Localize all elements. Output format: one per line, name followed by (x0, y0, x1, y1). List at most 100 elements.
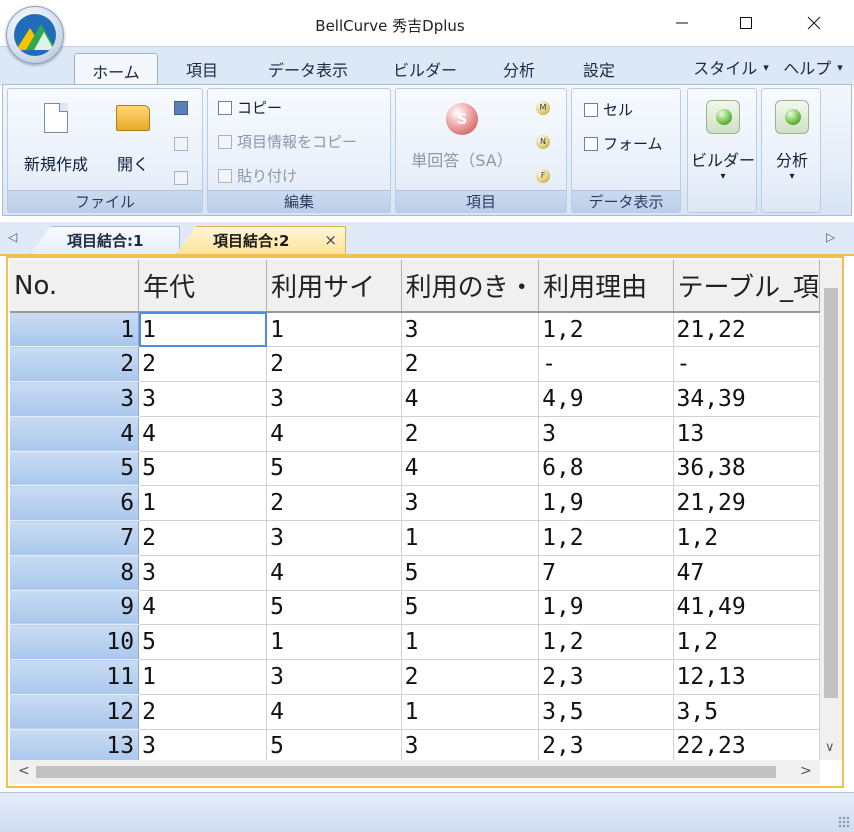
table-cell[interactable]: 4 (266, 555, 402, 591)
row-number[interactable]: 13 (10, 729, 140, 760)
table-cell[interactable]: - (538, 346, 674, 382)
table-cell[interactable]: 2 (401, 659, 540, 695)
minimize-button[interactable] (654, 0, 710, 46)
table-cell[interactable]: 3 (266, 659, 402, 695)
row-number[interactable]: 10 (10, 624, 140, 660)
table-cell[interactable]: 5 (138, 624, 268, 660)
table-cell[interactable]: 1,2 (538, 624, 674, 660)
table-cell[interactable]: 5 (266, 590, 402, 626)
table-cell[interactable]: 2 (138, 694, 268, 730)
table-cell[interactable]: 1 (401, 520, 540, 556)
save-as-icon[interactable] (174, 137, 188, 151)
row-number[interactable]: 1 (10, 312, 140, 348)
table-cell[interactable]: 5 (401, 555, 540, 591)
form-view-button[interactable]: フォーム (584, 133, 663, 154)
table-cell[interactable]: 2,3 (538, 659, 674, 695)
style-menu[interactable]: スタイル ▾ (688, 51, 774, 83)
free-answer-icon[interactable]: F (536, 169, 550, 183)
tab-settings[interactable]: 設定 (568, 53, 630, 85)
resize-grip-icon[interactable] (838, 816, 850, 828)
table-cell[interactable]: 4 (266, 694, 402, 730)
save-icon[interactable] (174, 101, 188, 115)
table-cell[interactable]: 3 (266, 381, 402, 417)
cell-view-button[interactable]: セル (584, 99, 633, 120)
row-number[interactable]: 5 (10, 451, 140, 487)
table-cell[interactable]: 1 (266, 312, 402, 348)
export-icon[interactable] (174, 171, 188, 185)
table-cell[interactable]: 1,9 (538, 590, 674, 626)
table-cell[interactable]: 3 (401, 729, 540, 760)
tab-analysis[interactable]: 分析 (488, 53, 550, 85)
column-header[interactable]: テーブル_項 (673, 260, 820, 313)
table-cell[interactable]: 1 (138, 312, 268, 348)
column-header[interactable]: 利用理由 (538, 260, 674, 313)
app-logo-button[interactable] (6, 6, 64, 64)
close-tab-icon[interactable]: × (324, 231, 337, 249)
row-number[interactable]: 4 (10, 416, 140, 452)
tab-item[interactable]: 項目 (170, 53, 234, 85)
table-cell[interactable]: - (673, 346, 820, 382)
table-cell[interactable]: 1,2 (538, 312, 674, 348)
table-cell[interactable]: 1 (266, 624, 402, 660)
new-button[interactable]: 新規作成 (14, 97, 98, 175)
tab-scroll-left-icon[interactable]: ◁ (8, 230, 17, 244)
table-cell[interactable]: 41,49 (673, 590, 820, 626)
table-cell[interactable]: 1 (138, 659, 268, 695)
table-cell[interactable]: 7 (538, 555, 674, 591)
scroll-left-icon[interactable]: < (18, 763, 30, 779)
row-number[interactable]: 2 (10, 346, 140, 382)
row-number[interactable]: 12 (10, 694, 140, 730)
table-cell[interactable]: 3 (538, 416, 674, 452)
table-cell[interactable]: 4 (401, 381, 540, 417)
table-cell[interactable]: 22,23 (673, 729, 820, 760)
table-cell[interactable]: 3 (138, 381, 268, 417)
table-cell[interactable]: 3 (401, 312, 540, 348)
paste-button[interactable]: 貼り付け (218, 165, 297, 186)
table-cell[interactable]: 1,9 (538, 485, 674, 521)
table-cell[interactable]: 2 (138, 520, 268, 556)
scroll-down-icon[interactable]: ∨ (825, 740, 835, 755)
table-cell[interactable]: 6,8 (538, 451, 674, 487)
row-number[interactable]: 7 (10, 520, 140, 556)
tab-builder[interactable]: ビルダー (380, 53, 470, 85)
table-cell[interactable]: 2 (266, 346, 402, 382)
horizontal-scroll-thumb[interactable] (36, 766, 776, 778)
table-cell[interactable]: 1 (138, 485, 268, 521)
scroll-right-icon[interactable]: > (800, 763, 812, 779)
table-cell[interactable]: 3 (138, 555, 268, 591)
doc-tab-merge-1[interactable]: 項目結合:1 (30, 226, 180, 254)
row-number[interactable]: 6 (10, 485, 140, 521)
copy-button[interactable]: コピー (218, 97, 282, 118)
doc-tab-merge-2[interactable]: 項目結合:2 × (176, 226, 346, 254)
numeric-item-icon[interactable]: N (536, 135, 550, 149)
vertical-scrollbar[interactable]: ∨ (820, 260, 842, 760)
multi-answer-icon[interactable]: M (536, 101, 550, 115)
table-cell[interactable]: 1,2 (538, 520, 674, 556)
table-cell[interactable]: 3 (138, 729, 268, 760)
row-number[interactable]: 3 (10, 381, 140, 417)
tab-data-view[interactable]: データ表示 (250, 53, 366, 85)
table-cell[interactable]: 4,9 (538, 381, 674, 417)
builder-button[interactable]: ビルダー ▾ (690, 97, 756, 182)
column-header[interactable]: 年代 (138, 260, 268, 313)
open-button[interactable]: 開く (104, 97, 162, 175)
table-cell[interactable]: 4 (401, 451, 540, 487)
row-number[interactable]: 9 (10, 590, 140, 626)
table-cell[interactable]: 2 (138, 346, 268, 382)
table-cell[interactable]: 2 (401, 346, 540, 382)
maximize-button[interactable] (718, 0, 774, 46)
copy-item-info-button[interactable]: 項目情報をコピー (218, 131, 357, 152)
analysis-button[interactable]: 分析 ▾ (764, 97, 820, 182)
table-cell[interactable]: 12,13 (673, 659, 820, 695)
help-menu[interactable]: ヘルプ ▾ (774, 51, 852, 83)
column-header[interactable]: 利用のき・ (401, 260, 540, 313)
table-cell[interactable]: 1 (401, 624, 540, 660)
table-cell[interactable]: 3 (266, 520, 402, 556)
table-cell[interactable]: 13 (673, 416, 820, 452)
table-cell[interactable]: 4 (266, 416, 402, 452)
table-cell[interactable]: 5 (138, 451, 268, 487)
table-cell[interactable]: 5 (266, 451, 402, 487)
table-cell[interactable]: 1,2 (673, 520, 820, 556)
table-cell[interactable]: 36,38 (673, 451, 820, 487)
table-cell[interactable]: 5 (401, 590, 540, 626)
